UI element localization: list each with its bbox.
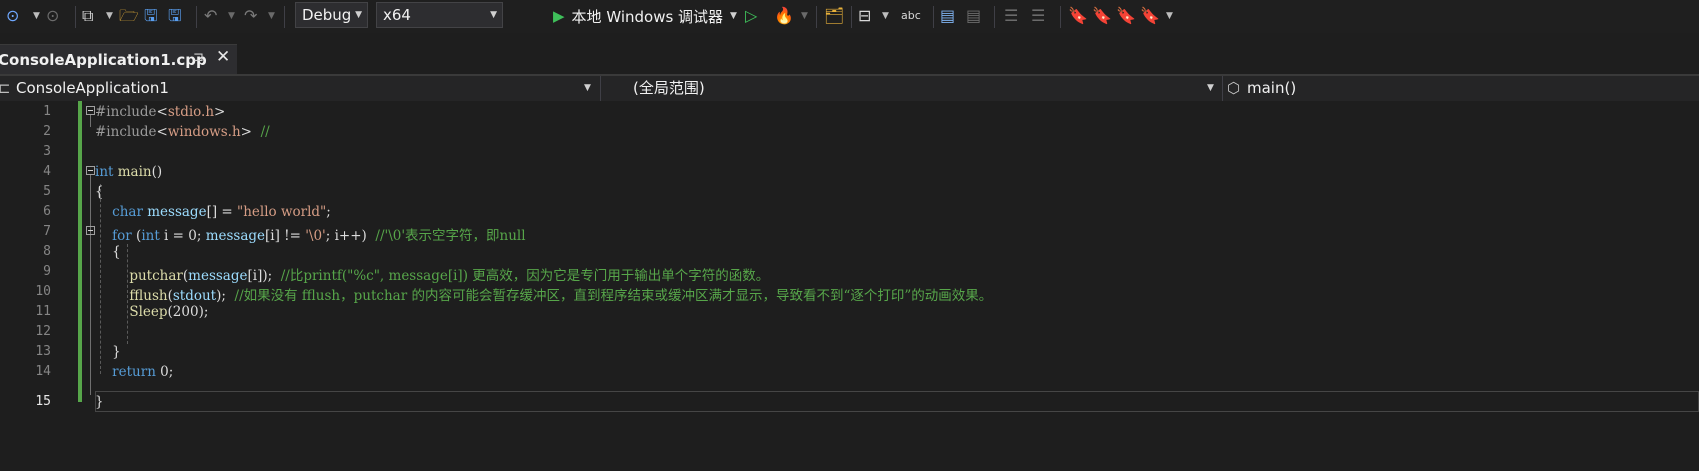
line-number: 1: [43, 104, 51, 119]
code-line: putchar(message[i]); //比printf("%c", mes…: [129, 268, 770, 284]
layout-icon[interactable]: ⊟: [858, 4, 871, 28]
member-value: main(): [1247, 79, 1297, 97]
platform-value: x64: [383, 6, 411, 24]
navigation-bar: ⊏ ConsoleApplication1 ▼ (全局范围) ▼ ⬡ main(…: [0, 76, 1699, 101]
line-number-current: 15: [35, 394, 51, 409]
document-tab-strip: ConsoleApplication1.cpp ⊐ ✕: [0, 44, 1699, 74]
scope-value: (全局范围): [633, 79, 705, 97]
code-line: fflush(stdout); //如果没有 fflush，putchar 的内…: [129, 288, 993, 304]
tab-title: ConsoleApplication1.cpp: [0, 50, 207, 69]
start-without-debug-icon[interactable]: ▷: [745, 4, 757, 28]
scope-select[interactable]: (全局范围) ▼: [603, 76, 1220, 101]
collapse-icon[interactable]: [86, 106, 95, 115]
chevron-down-icon: ▼: [584, 83, 591, 93]
line-number: 6: [43, 204, 51, 219]
line-number: 14: [35, 364, 51, 379]
code-line: {: [95, 244, 121, 260]
clear-bookmarks-icon[interactable]: 🔖: [1140, 4, 1160, 28]
tab-consoleapplication1-cpp[interactable]: ConsoleApplication1.cpp ⊐ ✕: [0, 44, 237, 74]
code-line: {: [95, 184, 104, 200]
line-number: 8: [43, 244, 51, 259]
solution-explorer-icon[interactable]: 🗂: [824, 4, 844, 28]
collapse-icon[interactable]: [86, 226, 95, 235]
close-icon[interactable]: ✕: [216, 47, 230, 67]
play-icon: ▶: [553, 7, 565, 25]
save-icon[interactable]: 🖫: [144, 4, 158, 28]
code-line: char message[] = "hello world";: [112, 204, 331, 220]
start-debugging-button[interactable]: ▶ 本地 Windows 调试器 ▼: [553, 3, 737, 29]
line-number: 9: [43, 264, 51, 279]
indent-icon[interactable]: ☰: [1031, 4, 1045, 28]
code-line: }: [95, 344, 121, 360]
main-toolbar: ⊙ ▼ ⊙ ⧉ ▼ 🗁 🖫 🖫 ↶ ▼ ↷ ▼ Debug ▼ x64 ▼ ▶ …: [0, 0, 1699, 33]
hot-reload-dropdown-icon[interactable]: ▼: [801, 4, 808, 28]
open-folder-icon[interactable]: 🗁: [119, 4, 139, 28]
outdent-icon[interactable]: ☰: [1004, 4, 1018, 28]
undo-icon[interactable]: ↶: [204, 4, 217, 28]
code-line: #include<stdio.h>: [95, 104, 226, 120]
project-select[interactable]: ⊏ ConsoleApplication1 ▼: [0, 76, 597, 101]
line-number: 11: [35, 304, 51, 319]
uncomment-icon[interactable]: ▤: [966, 4, 981, 28]
new-project-dropdown-icon[interactable]: ▼: [106, 4, 113, 28]
member-select[interactable]: ⬡ main(): [1225, 76, 1699, 101]
fold-guide: [90, 175, 91, 395]
comment-icon[interactable]: ▤: [940, 4, 955, 28]
change-tracking-bar: [78, 101, 82, 402]
chevron-down-icon[interactable]: ▼: [730, 11, 737, 21]
new-project-icon[interactable]: ⧉: [82, 4, 93, 28]
cube-icon: ⬡: [1227, 79, 1241, 97]
code-line: Sleep(200);: [129, 304, 209, 320]
line-number: 2: [43, 124, 51, 139]
line-number: 4: [43, 164, 51, 179]
configuration-select[interactable]: Debug ▼: [295, 2, 368, 28]
code-line: for (int i = 0; message[i] != '\0'; i++)…: [112, 228, 526, 244]
forward-icon[interactable]: ⊙: [46, 4, 59, 28]
code-line: int main(): [95, 164, 163, 180]
spell-check-icon[interactable]: abc: [901, 4, 921, 28]
line-number: 13: [35, 344, 51, 359]
undo-dropdown-icon[interactable]: ▼: [228, 4, 235, 28]
project-value: ConsoleApplication1: [16, 79, 169, 97]
fold-guide: [90, 115, 91, 127]
code-editor[interactable]: 1 2 3 4 5 6 7 8 9 10 11 12 13 14 15 #inc…: [0, 101, 1699, 471]
redo-dropdown-icon[interactable]: ▼: [268, 4, 275, 28]
back-dropdown-icon[interactable]: ▼: [33, 4, 40, 28]
next-bookmark-icon[interactable]: 🔖: [1116, 4, 1136, 28]
prev-bookmark-icon[interactable]: 🔖: [1092, 4, 1112, 28]
toolbar-overflow-icon[interactable]: ▼: [1166, 4, 1173, 28]
collapse-icon[interactable]: [86, 166, 95, 175]
code-line: return 0;: [112, 364, 174, 380]
current-line-highlight: [95, 391, 1699, 412]
chevron-down-icon: ▼: [355, 10, 362, 20]
chevron-down-icon: ▼: [490, 10, 497, 20]
line-number: 3: [43, 144, 51, 159]
pin-icon[interactable]: ⊐: [193, 50, 204, 65]
code-line: }: [95, 394, 104, 410]
bookmark-icon[interactable]: 🔖: [1068, 4, 1088, 28]
configuration-value: Debug: [302, 6, 352, 24]
line-number: 10: [35, 284, 51, 299]
platform-select[interactable]: x64 ▼: [376, 2, 503, 28]
line-number: 12: [35, 324, 51, 339]
hot-reload-icon[interactable]: 🔥: [774, 4, 794, 28]
chevron-down-icon: ▼: [1207, 83, 1214, 93]
project-icon: ⊏: [0, 79, 11, 97]
code-line: #include<windows.h> //: [95, 124, 270, 140]
start-debugging-label: 本地 Windows 调试器: [571, 7, 724, 26]
back-icon[interactable]: ⊙: [6, 4, 19, 28]
layout-dropdown-icon[interactable]: ▼: [882, 4, 889, 28]
redo-icon[interactable]: ↷: [244, 4, 257, 28]
save-all-icon[interactable]: 🖫: [168, 4, 182, 28]
line-number: 5: [43, 184, 51, 199]
line-number: 7: [43, 224, 51, 239]
